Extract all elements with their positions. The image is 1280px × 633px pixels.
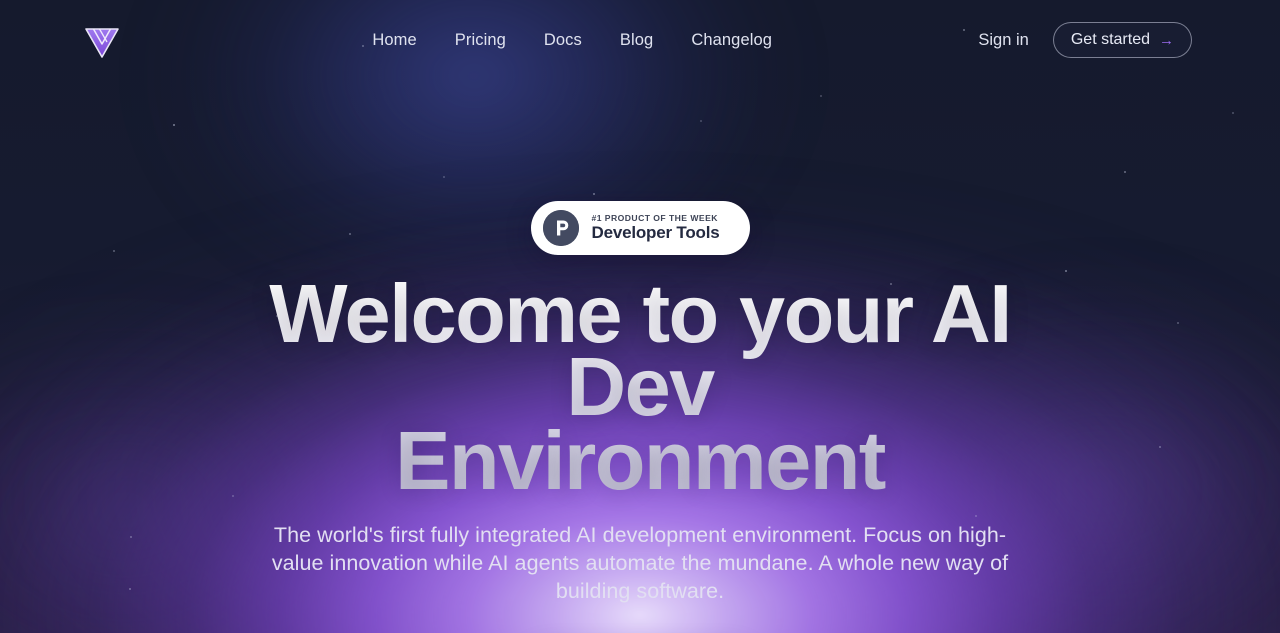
nav-link-docs[interactable]: Docs xyxy=(544,31,582,50)
hero-subtitle: The world's first fully integrated AI de… xyxy=(271,523,1009,603)
landing-page: Home Pricing Docs Blog Changelog Sign in… xyxy=(0,0,1280,633)
page-title: Welcome to your AI Dev Environment xyxy=(190,272,1090,502)
badge-text: #1 PRODUCT OF THE WEEK Developer Tools xyxy=(592,214,720,242)
nav-link-changelog[interactable]: Changelog xyxy=(691,31,772,50)
header-actions: Sign in Get started → xyxy=(978,22,1192,58)
site-header: Home Pricing Docs Blog Changelog Sign in… xyxy=(0,0,1280,80)
brand-logo-link[interactable] xyxy=(78,16,126,64)
headline-line-1: Welcome to your AI Dev xyxy=(269,267,1012,434)
badge-kicker: #1 PRODUCT OF THE WEEK xyxy=(591,213,718,224)
badge-title: Developer Tools xyxy=(591,222,720,242)
nav-link-blog[interactable]: Blog xyxy=(620,31,653,50)
triangle-w-logo-icon xyxy=(80,18,124,62)
primary-nav: Home Pricing Docs Blog Changelog xyxy=(166,31,978,50)
nav-link-pricing[interactable]: Pricing xyxy=(455,31,506,50)
product-of-the-week-badge[interactable]: #1 PRODUCT OF THE WEEK Developer Tools xyxy=(530,201,750,255)
get-started-button[interactable]: Get started → xyxy=(1052,22,1192,58)
get-started-label: Get started xyxy=(1070,31,1150,48)
product-hunt-icon xyxy=(542,210,579,246)
hero-section: #1 PRODUCT OF THE WEEK Developer Tools W… xyxy=(0,80,1280,633)
nav-link-home[interactable]: Home xyxy=(372,31,416,50)
sign-in-link[interactable]: Sign in xyxy=(978,31,1028,50)
arrow-right-icon: → xyxy=(1159,31,1174,49)
headline-line-2: Environment xyxy=(395,413,886,507)
